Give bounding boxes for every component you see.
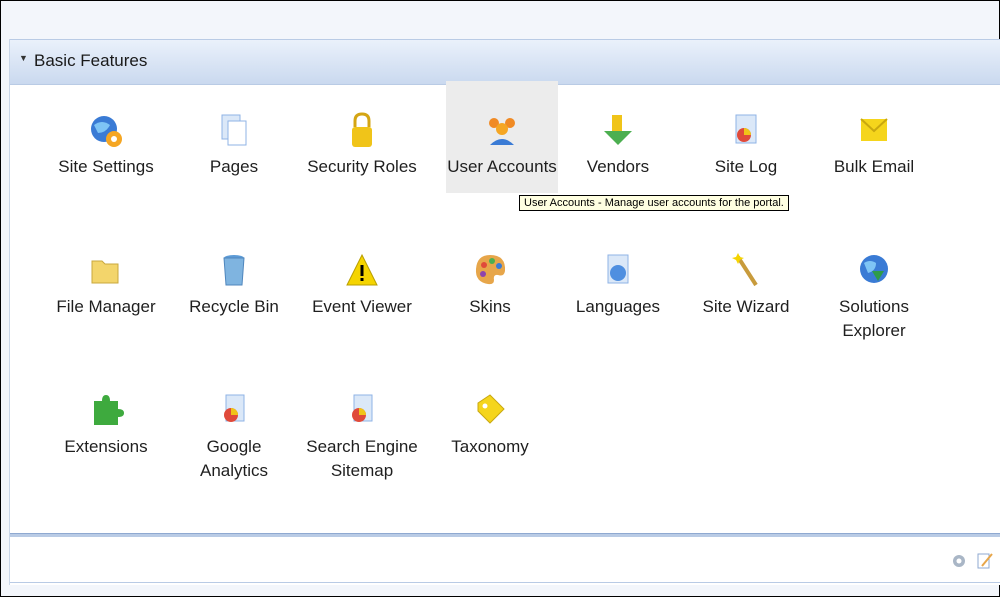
tile-label: Search Engine Sitemap [306,437,418,480]
tile-pages[interactable]: Pages [178,103,290,215]
tile-site-wizard[interactable]: Site Wizard [690,243,802,355]
envelope-icon [860,118,888,141]
browser-frame: ▼ Basic Features Site Settings Pages Sec… [0,0,1000,597]
palette-icon [475,255,506,285]
tile-taxonomy[interactable]: Taxonomy [434,383,546,495]
tile-label: User Accounts [447,157,557,176]
divider [10,533,1000,537]
folder-icon [91,260,119,284]
puzzle-icon [94,395,124,425]
tile-label: Bulk Email [833,157,915,176]
tag-icon [477,394,505,424]
sitemap-icon [352,394,373,422]
warning-icon [346,253,378,286]
triangle-down-icon[interactable]: ▼ [19,53,28,63]
tile-label: Site Log [714,157,778,176]
vendors-icon [604,115,632,145]
section-title: Basic Features [34,51,148,70]
languages-icon [607,254,629,284]
tile-label: Event Viewer [312,297,412,316]
edit-icon[interactable] [976,552,994,570]
section-header[interactable]: ▼ Basic Features [10,39,1000,85]
tile-label: Pages [209,157,259,176]
magic-wand-icon [732,253,758,287]
tile-search-engine-sitemap[interactable]: Search Engine Sitemap [306,383,418,495]
tile-bulk-email[interactable]: Bulk Email [818,103,930,215]
solutions-explorer-icon [860,255,888,283]
tile-label: Site Wizard [702,297,790,316]
tile-label: Taxonomy [451,437,529,456]
pages-icon [221,114,247,146]
tile-label: Vendors [586,157,650,176]
tile-label: Skins [469,297,511,316]
panel-footer [10,538,1000,583]
tile-event-viewer[interactable]: Event Viewer [306,243,418,355]
tile-recycle-bin[interactable]: Recycle Bin [178,243,290,355]
lock-icon [352,112,372,147]
tile-solutions-explorer[interactable]: Solutions Explorer [818,243,930,355]
tile-google-analytics[interactable]: Google Analytics [178,383,290,495]
tile-user-accounts[interactable]: User Accounts [446,81,558,193]
site-log-icon [735,114,757,144]
tile-security-roles[interactable]: Security Roles [306,103,418,215]
site-settings-icon [91,116,122,147]
tile-label: Security Roles [307,157,417,176]
tile-label: Languages [575,297,661,316]
tile-site-settings[interactable]: Site Settings [50,103,162,215]
tile-extensions[interactable]: Extensions [50,383,162,495]
console-panel: ▼ Basic Features Site Settings Pages Sec… [9,39,1000,585]
recycle-bin-icon [223,255,245,286]
tile-label: Recycle Bin [189,297,279,316]
tile-languages[interactable]: Languages [562,243,674,355]
settings-icon[interactable] [950,552,968,570]
feature-grid: Site Settings Pages Security Roles User … [50,81,950,523]
tile-label: Site Settings [58,157,154,176]
tile-file-manager[interactable]: File Manager [50,243,162,355]
analytics-icon [224,394,245,422]
tile-label: Extensions [64,437,148,456]
tile-label: Google Analytics [199,437,269,480]
tile-label: File Manager [56,297,156,316]
tile-label: Solutions Explorer [839,297,909,340]
tile-skins[interactable]: Skins [434,243,546,355]
tooltip: User Accounts - Manage user accounts for… [519,195,789,211]
users-icon [489,118,515,145]
